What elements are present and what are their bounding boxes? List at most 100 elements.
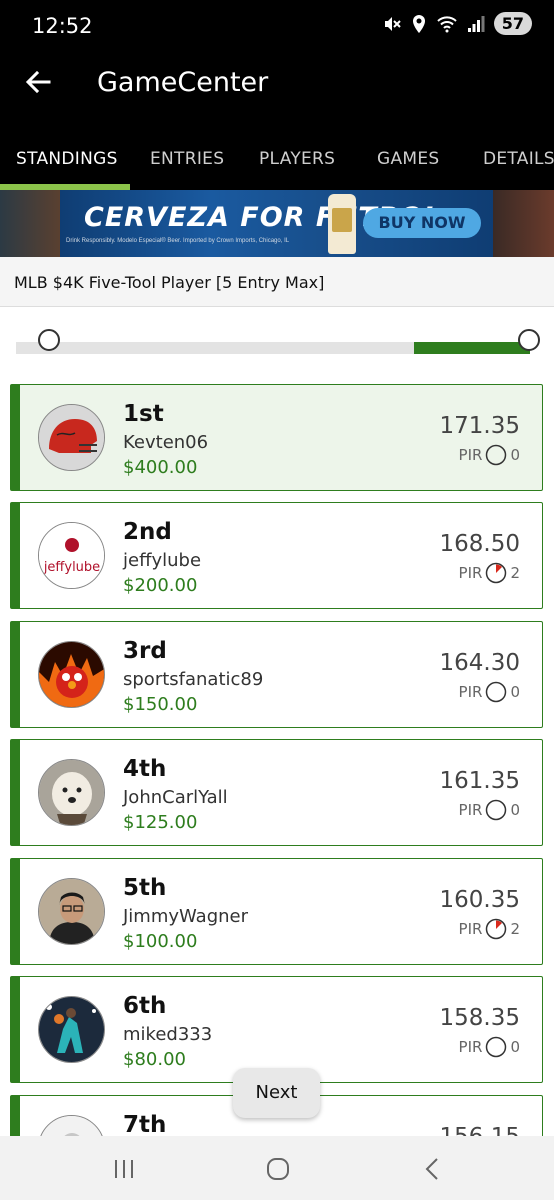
score: 164.30 [439, 650, 520, 676]
standing-card[interactable]: 3rd sportsfanatic89 $150.00 164.30 PIR 0 [10, 621, 543, 728]
standing-card[interactable]: 1st Kevten06 $400.00 171.35 PIR 0 [10, 384, 543, 491]
pir-indicator: PIR 2 [459, 562, 520, 584]
standings-range-slider[interactable] [16, 328, 540, 360]
place-rank: 5th [123, 875, 167, 901]
app-title: GameCenter [97, 67, 269, 98]
score: 168.50 [439, 531, 520, 557]
slider-fill [414, 342, 530, 354]
place-rank: 7th [123, 1112, 167, 1138]
avatar [38, 878, 105, 945]
slider-knob-left[interactable] [38, 329, 60, 351]
username: JimmyWagner [123, 906, 249, 927]
prize-amount: $200.00 [123, 575, 198, 596]
pir-clock-icon [486, 1036, 507, 1058]
next-button[interactable]: Next [233, 1068, 320, 1118]
standing-card[interactable]: 5th JimmyWagner $100.00 160.35 PIR 2 [10, 858, 543, 965]
mute-icon [384, 16, 401, 31]
status-time: 12:52 [32, 14, 93, 38]
pir-clock-icon [486, 681, 507, 703]
app-root: 12:52 57 GameCenter STANDINGS ENTRIES PL… [0, 0, 554, 1200]
standing-card[interactable]: jeffylube 2nd jeffylube $200.00 168.50 P… [10, 502, 543, 609]
status-bar: 12:52 57 [0, 0, 554, 52]
username: jeffylube [123, 550, 202, 571]
location-icon [412, 14, 425, 33]
tab-bar: STANDINGS ENTRIES PLAYERS GAMES DETAILS [0, 132, 554, 190]
tab-entries[interactable]: ENTRIES [150, 149, 224, 169]
pir-value: 2 [510, 920, 520, 938]
pir-label: PIR [458, 683, 483, 701]
tab-details[interactable]: DETAILS [483, 149, 554, 169]
place-rank: 4th [123, 756, 167, 782]
avatar [38, 641, 105, 708]
standing-card[interactable]: 6th miked333 $80.00 158.35 PIR 0 [10, 976, 543, 1083]
pir-indicator: PIR 0 [459, 799, 520, 821]
score: 171.35 [439, 413, 520, 439]
pir-value: 0 [510, 1038, 520, 1056]
pir-clock-icon [486, 562, 507, 584]
basketball-player-avatar-icon [39, 997, 104, 1062]
status-icons: 57 [382, 12, 532, 35]
home-icon[interactable] [263, 1154, 293, 1184]
back-arrow-icon[interactable] [22, 66, 54, 98]
pir-indicator: PIR 0 [459, 681, 520, 703]
wifi-icon [437, 15, 457, 32]
place-rank: 2nd [123, 519, 172, 545]
avatar [38, 759, 105, 826]
avatar [38, 996, 105, 1063]
banner-right-image [493, 190, 554, 257]
tab-standings[interactable]: STANDINGS [16, 149, 118, 169]
pir-value: 0 [510, 683, 520, 701]
place-rank: 6th [123, 993, 167, 1019]
score: 158.35 [439, 1005, 520, 1031]
tab-games[interactable]: GAMES [377, 149, 440, 169]
battery-indicator: 57 [493, 12, 532, 35]
pir-clock-icon [486, 444, 507, 466]
pir-label: PIR [458, 920, 483, 938]
buy-now-button[interactable]: BUY NOW [363, 208, 481, 238]
standing-card[interactable]: 4th JohnCarlYall $125.00 161.35 PIR 0 [10, 739, 543, 846]
signal-icon [467, 15, 485, 32]
prize-amount: $150.00 [123, 694, 198, 715]
prize-amount: $400.00 [123, 457, 198, 478]
pir-label: PIR [458, 564, 483, 582]
pir-indicator: PIR 2 [459, 918, 520, 940]
avatar [38, 404, 105, 471]
system-nav-bar [0, 1136, 554, 1200]
avatar: jeffylube [38, 522, 105, 589]
banner-fine-print: Drink Responsibly. Modelo Especial® Beer… [66, 238, 290, 244]
username: miked333 [123, 1024, 213, 1045]
elmo-fire-avatar-icon [39, 642, 104, 707]
username: Kevten06 [123, 432, 209, 453]
svg-text:jeffylube: jeffylube [43, 560, 100, 575]
pir-value: 0 [510, 801, 520, 819]
pir-value: 2 [510, 564, 520, 582]
contest-title: MLB $4K Five-Tool Player [5 Entry Max] [14, 273, 325, 292]
back-icon[interactable] [418, 1154, 448, 1184]
recent-apps-icon[interactable] [109, 1154, 139, 1184]
helmet-avatar-icon [39, 405, 104, 470]
place-rank: 1st [123, 401, 164, 427]
username: sportsfanatic89 [123, 669, 264, 690]
prize-amount: $125.00 [123, 812, 198, 833]
person-avatar-icon [39, 879, 104, 944]
score: 160.35 [439, 887, 520, 913]
pir-clock-icon [486, 799, 507, 821]
dog-avatar-icon [39, 760, 104, 825]
pir-value: 0 [510, 446, 520, 464]
banner-ad-panel[interactable]: CERVEZA FOR FÚTBOL Drink Responsibly. Mo… [60, 190, 493, 257]
pir-label: PIR [458, 801, 483, 819]
ad-banner[interactable]: CERVEZA FOR FÚTBOL Drink Responsibly. Mo… [0, 190, 554, 257]
banner-left-image [0, 190, 60, 257]
pir-clock-icon [486, 918, 507, 940]
place-rank: 3rd [123, 638, 167, 664]
pir-indicator: PIR 0 [459, 444, 520, 466]
slider-knob-right[interactable] [518, 329, 540, 351]
beer-bottle-icon [328, 194, 356, 254]
app-bar: GameCenter [0, 52, 554, 132]
pir-label: PIR [458, 1038, 483, 1056]
score: 161.35 [439, 768, 520, 794]
contest-header: MLB $4K Five-Tool Player [5 Entry Max] [0, 257, 554, 307]
pir-label: PIR [458, 446, 483, 464]
username: JohnCarlYall [123, 787, 228, 808]
tab-players[interactable]: PLAYERS [259, 149, 335, 169]
